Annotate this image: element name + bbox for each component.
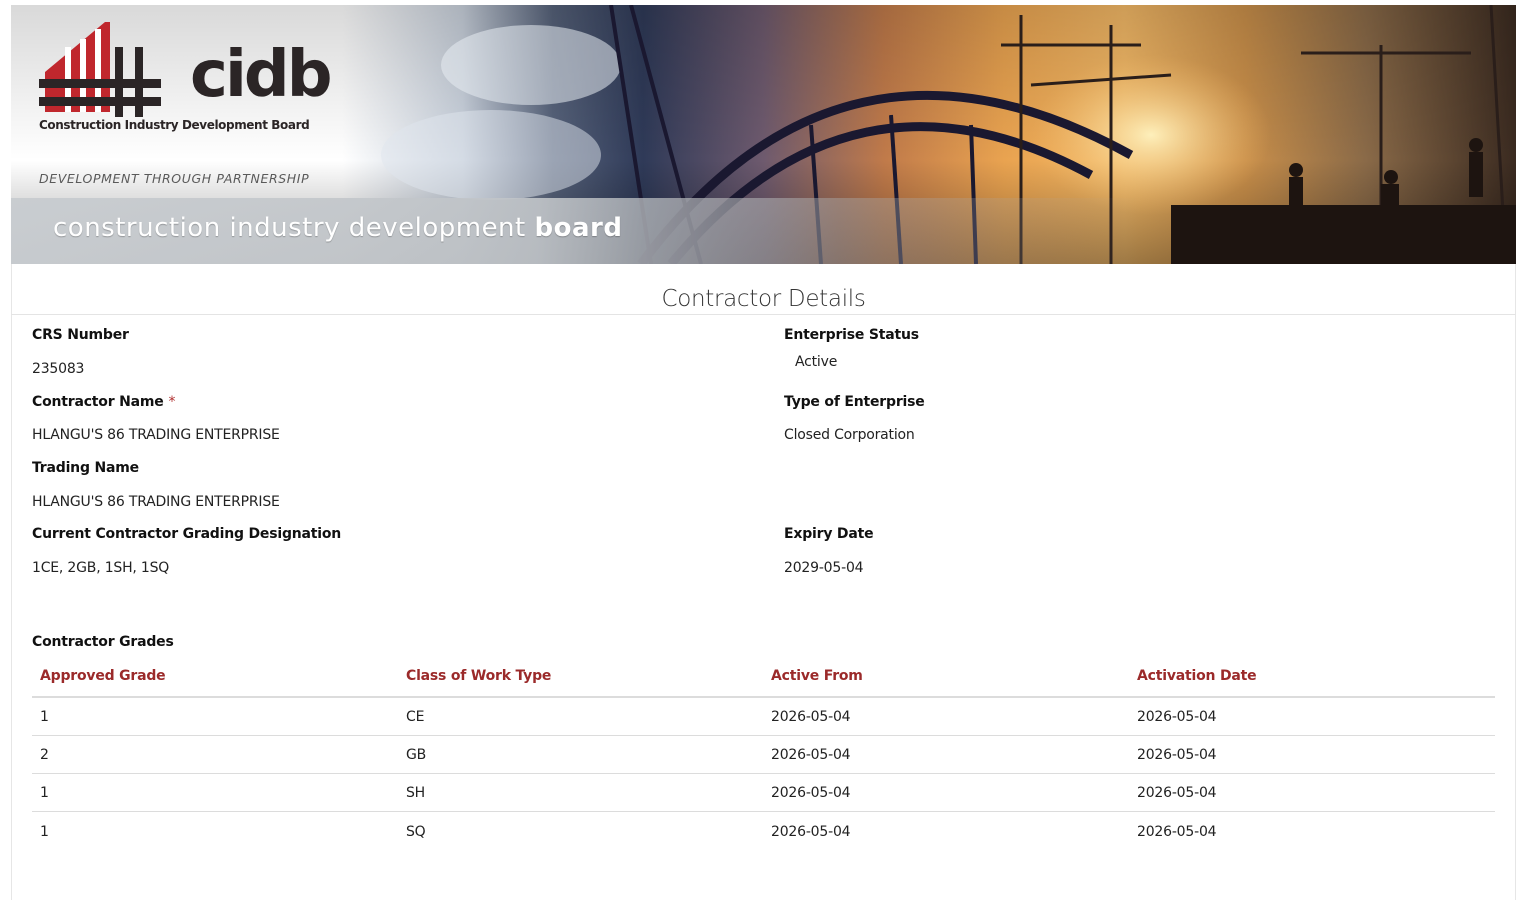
contractor-grades-heading: Contractor Grades bbox=[32, 634, 174, 650]
page-title: Contractor Details bbox=[661, 286, 866, 312]
column-header-approved-grade[interactable]: Approved Grade bbox=[40, 668, 166, 684]
cell-active-from: 2026-05-04 bbox=[771, 709, 851, 725]
cell-approved-grade: 1 bbox=[40, 824, 49, 840]
cell-class-of-work: SH bbox=[406, 785, 426, 801]
cell-activation-date: 2026-05-04 bbox=[1137, 709, 1217, 725]
grading-designation-label: Current Contractor Grading Designation bbox=[32, 526, 342, 542]
logo-subtitle: Construction Industry Development Board bbox=[39, 118, 310, 132]
title-divider bbox=[11, 314, 1516, 315]
crs-number-value: 235083 bbox=[32, 361, 85, 377]
enterprise-status-label: Enterprise Status bbox=[784, 327, 919, 343]
enterprise-status-value: Active bbox=[795, 354, 838, 370]
cell-activation-date: 2026-05-04 bbox=[1137, 824, 1217, 840]
cell-approved-grade: 1 bbox=[40, 785, 49, 801]
trading-name-value: HLANGU'S 86 TRADING ENTERPRISE bbox=[32, 494, 280, 510]
expiry-date-value: 2029-05-04 bbox=[784, 560, 864, 576]
expiry-date-label: Expiry Date bbox=[784, 526, 874, 542]
cell-class-of-work: GB bbox=[406, 747, 427, 763]
table-row: 1 SH 2026-05-04 2026-05-04 bbox=[32, 774, 1495, 812]
required-marker: * bbox=[168, 394, 176, 410]
cell-approved-grade: 1 bbox=[40, 709, 49, 725]
column-header-activation-date[interactable]: Activation Date bbox=[1137, 668, 1257, 684]
cell-activation-date: 2026-05-04 bbox=[1137, 747, 1217, 763]
logo-wordmark: cidb bbox=[190, 38, 332, 112]
banner-band-text: construction industry development board bbox=[53, 213, 623, 243]
cell-active-from: 2026-05-04 bbox=[771, 747, 851, 763]
cell-approved-grade: 2 bbox=[40, 747, 49, 763]
table-row: 2 GB 2026-05-04 2026-05-04 bbox=[32, 736, 1495, 774]
contractor-name-value: HLANGU'S 86 TRADING ENTERPRISE bbox=[32, 427, 280, 443]
table-row: 1 CE 2026-05-04 2026-05-04 bbox=[32, 698, 1495, 736]
contractor-name-label: Contractor Name * bbox=[32, 394, 176, 410]
header-banner: cidb Construction Industry Development B… bbox=[11, 5, 1516, 264]
trading-name-label: Trading Name bbox=[32, 460, 139, 476]
column-header-active-from[interactable]: Active From bbox=[771, 668, 863, 684]
cell-class-of-work: SQ bbox=[406, 824, 426, 840]
cell-class-of-work: CE bbox=[406, 709, 425, 725]
grading-designation-value: 1CE, 2GB, 1SH, 1SQ bbox=[32, 560, 170, 576]
type-of-enterprise-value: Closed Corporation bbox=[784, 427, 915, 443]
cell-active-from: 2026-05-04 bbox=[771, 785, 851, 801]
cidb-logo-mark-icon bbox=[39, 22, 161, 117]
table-row: 1 SQ 2026-05-04 2026-05-04 bbox=[32, 813, 1495, 851]
tagline: DEVELOPMENT THROUGH PARTNERSHIP bbox=[39, 171, 310, 186]
crs-number-label: CRS Number bbox=[32, 327, 129, 343]
cell-active-from: 2026-05-04 bbox=[771, 824, 851, 840]
cell-activation-date: 2026-05-04 bbox=[1137, 785, 1217, 801]
column-header-class-of-work-type[interactable]: Class of Work Type bbox=[406, 668, 551, 684]
type-of-enterprise-label: Type of Enterprise bbox=[784, 394, 925, 410]
